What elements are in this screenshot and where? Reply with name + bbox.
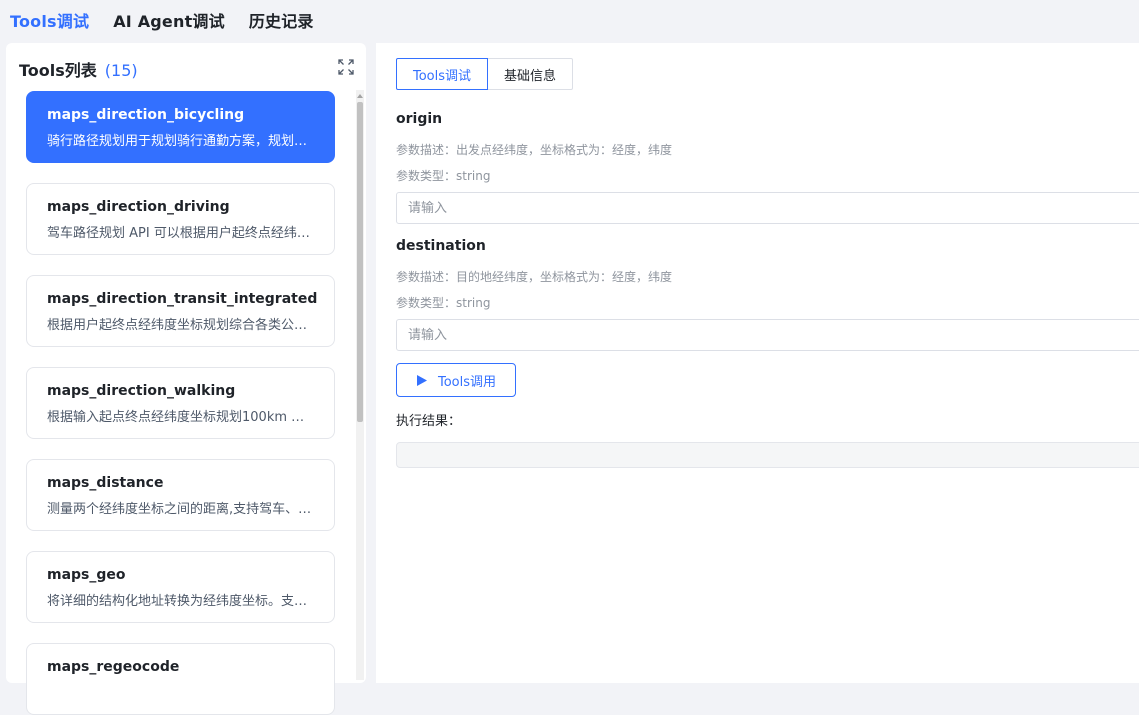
tools-call-button[interactable]: Tools调用	[396, 363, 516, 397]
param-destination: destination 参数描述：目的地经纬度，坐标格式为：经度，纬度 参数类型…	[396, 238, 1139, 351]
tool-description: 根据输入起点终点经纬度坐标规划100km 以内的步行通勤方案	[47, 410, 314, 425]
tool-name: maps_direction_driving	[47, 199, 230, 215]
tools-list-title: Tools列表	[19, 61, 97, 80]
tools-list-header: Tools列表 (15)	[19, 57, 138, 81]
tool-list-scrollbar[interactable]	[356, 90, 364, 680]
result-output	[396, 442, 1139, 468]
tool-description: 骑行路径规划用于规划骑行通勤方案，规划时会考虑天桥、单行线、封路等情况	[47, 134, 314, 149]
tab-history[interactable]: 历史记录	[249, 8, 314, 32]
tool-name: maps_direction_walking	[47, 383, 236, 399]
origin-input[interactable]	[396, 192, 1139, 224]
tool-card-maps-regeocode[interactable]: maps_regeocode	[26, 643, 335, 715]
scroll-up-arrow-icon[interactable]	[356, 92, 364, 100]
param-type: 参数类型：string	[396, 296, 491, 310]
tab-tools-debug[interactable]: Tools调试	[10, 8, 89, 32]
scrollbar-thumb[interactable]	[357, 102, 363, 422]
tool-card-maps-direction-transit-integrated[interactable]: maps_direction_transit_integrated 根据用户起终…	[26, 275, 335, 347]
param-origin: origin 参数描述：出发点经纬度，坐标格式为：经度，纬度 参数类型：stri…	[396, 111, 1139, 224]
destination-input[interactable]	[396, 319, 1139, 351]
tool-name: maps_geo	[47, 567, 126, 583]
tool-name: maps_distance	[47, 475, 164, 491]
tab-tools-debug-detail[interactable]: Tools调试	[396, 58, 489, 90]
tab-ai-agent-debug[interactable]: AI Agent调试	[113, 8, 225, 32]
tool-description: 将详细的结构化地址转换为经纬度坐标。支持对地标性名胜景区、建筑物名称解析为经纬度…	[47, 594, 314, 609]
tool-description: 驾车路径规划 API 可以根据用户起终点经纬度坐标规划以小客车、轿车通勤出行的方…	[47, 226, 314, 241]
tools-call-label: Tools调用	[437, 374, 497, 390]
tool-card-maps-geo[interactable]: maps_geo 将详细的结构化地址转换为经纬度坐标。支持对地标性名胜景区、建筑…	[26, 551, 335, 623]
tool-card-maps-direction-driving[interactable]: maps_direction_driving 驾车路径规划 API 可以根据用户…	[26, 183, 335, 255]
detail-tabs: Tools调试 基础信息	[396, 58, 574, 90]
tools-list-panel: Tools列表 (15) maps_direction_bicycling 骑行…	[6, 43, 366, 715]
tools-count: (15)	[104, 61, 138, 80]
tool-name: maps_direction_transit_integrated	[47, 291, 318, 307]
param-type: 参数类型：string	[396, 169, 491, 183]
tool-name: maps_direction_bicycling	[47, 107, 245, 123]
tool-card-maps-distance[interactable]: maps_distance 测量两个经纬度坐标之间的距离,支持驾车、步行以及球面…	[26, 459, 335, 531]
tool-description: 根据用户起终点经纬度坐标规划综合各类公共（火车、公交、地铁）交通方式的通勤方案	[47, 318, 314, 333]
param-name: destination	[396, 238, 486, 254]
play-icon	[416, 374, 427, 386]
expand-icon[interactable]	[338, 59, 354, 75]
param-description: 参数描述：目的地经纬度，坐标格式为：经度，纬度	[396, 270, 673, 284]
tool-card-maps-direction-bicycling[interactable]: maps_direction_bicycling 骑行路径规划用于规划骑行通勤方…	[26, 91, 335, 163]
param-name: origin	[396, 111, 443, 127]
tool-description: 测量两个经纬度坐标之间的距离,支持驾车、步行以及球面距离测量	[47, 502, 314, 517]
tab-basic-info[interactable]: 基础信息	[488, 58, 574, 90]
tool-name: maps_regeocode	[47, 659, 180, 675]
result-label: 执行结果：	[396, 414, 462, 429]
param-description: 参数描述：出发点经纬度，坐标格式为：经度，纬度	[396, 143, 673, 157]
tool-card-maps-direction-walking[interactable]: maps_direction_walking 根据输入起点终点经纬度坐标规划10…	[26, 367, 335, 439]
tool-detail-panel: Tools调试 基础信息 origin 参数描述：出发点经纬度，坐标格式为：经度…	[376, 43, 1139, 683]
top-nav: Tools调试 AI Agent调试 历史记录	[0, 0, 1139, 40]
